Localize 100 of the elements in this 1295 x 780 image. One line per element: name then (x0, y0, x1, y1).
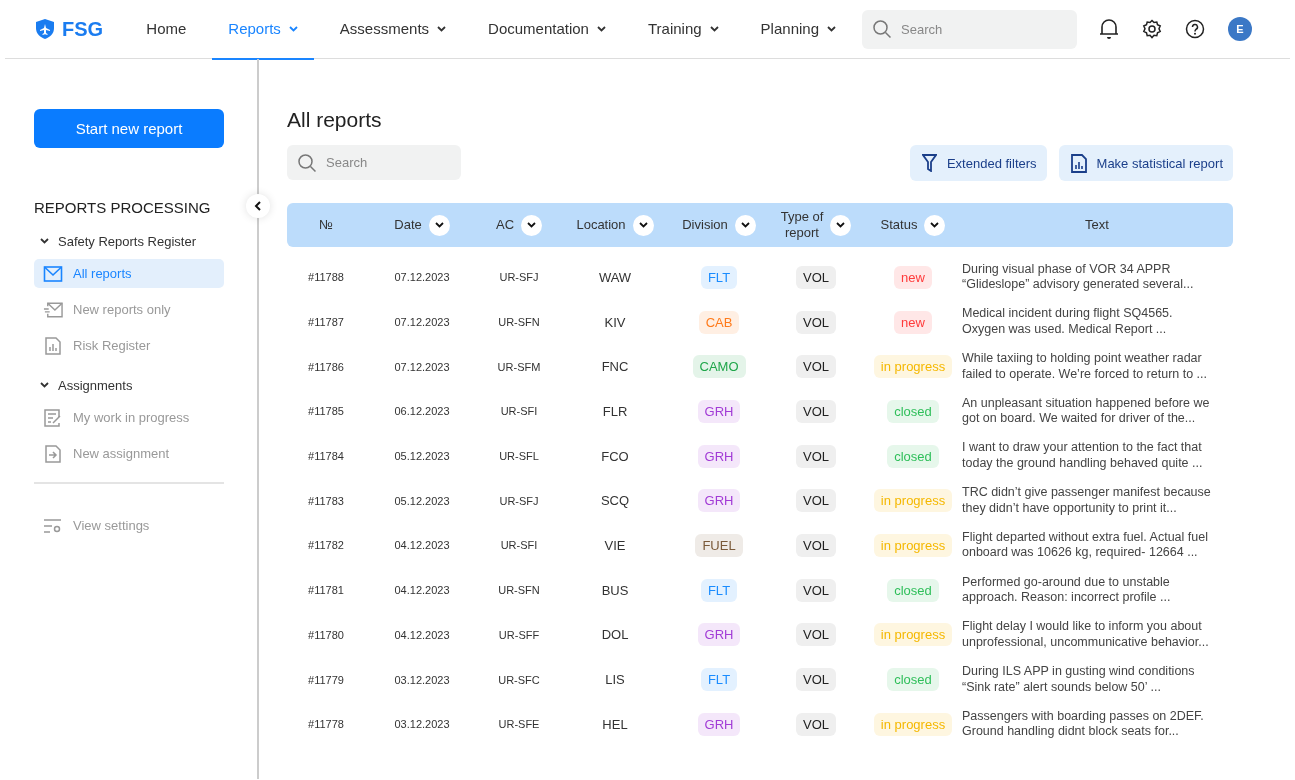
report-text: During ILS APP in gusting wind conditions “Sink rate” alert sounds below 50’ ... (962, 663, 1195, 696)
division-tag: GRH (697, 444, 741, 468)
status-tag: closed (887, 444, 939, 468)
document-arrow-icon (43, 444, 63, 463)
type-tag: VOL (796, 578, 836, 602)
status-tag: closed (887, 399, 939, 423)
type-tag: VOL (796, 623, 836, 647)
sort-button[interactable] (521, 214, 543, 236)
table-cell: FLR (602, 403, 628, 419)
search-field[interactable]: Search (862, 9, 1077, 49)
table-cell: UR-SFF (498, 628, 540, 641)
table-cell: UR-SFN (498, 316, 540, 329)
division-tag: CAB (698, 310, 740, 334)
brand-name: FSG (62, 17, 104, 41)
chevron-down-icon (740, 222, 750, 228)
nav-tab[interactable]: Training (631, 0, 735, 60)
section-title: REPORTS PROCESSING (34, 199, 211, 216)
sort-button[interactable] (734, 214, 756, 236)
table-cell: LIS (605, 672, 625, 688)
report-text: TRC didn’t give passenger manifest because they didn’t have opportunity to print it... (962, 485, 1211, 517)
division-tag: FLT (700, 578, 738, 602)
type-tag: VOL (796, 444, 836, 468)
extended-filters-button[interactable]: Extended filters (909, 145, 1047, 181)
sort-button[interactable] (924, 214, 946, 236)
column-header: Division (682, 217, 728, 233)
status-tag: in progress (873, 355, 953, 379)
table-cell: 06.12.2023 (394, 405, 450, 418)
nav-tab[interactable]: Home (130, 0, 203, 60)
table-cell: HEL (602, 716, 628, 732)
bar-chart-icon (1070, 153, 1087, 173)
table-cell: FNC (601, 359, 629, 375)
table-cell: UR-SFM (497, 360, 541, 373)
division-tag: CAMO (692, 355, 746, 379)
column-header: AC (495, 217, 515, 233)
collapse-sidebar-button[interactable] (246, 194, 270, 218)
user-avatar[interactable]: E (1228, 17, 1252, 41)
column-header: Status (880, 217, 918, 233)
table-cell: KIV (604, 314, 626, 330)
table-cell: #11787 (308, 316, 344, 329)
column-header: Type of report (780, 209, 824, 241)
status-tag: in progress (873, 623, 953, 647)
envelope-icon (43, 265, 63, 282)
notification-bell-icon[interactable] (1099, 18, 1119, 40)
group-toggle[interactable]: Assignments (34, 374, 139, 396)
status-tag: in progress (873, 489, 953, 513)
table-cell: WAW (598, 269, 632, 285)
type-tag: VOL (796, 310, 836, 334)
report-text: I want to draw your attention to the fact that today the ground handling behaved quite ... (962, 440, 1203, 472)
report-text: Performed go-around due to unstable approach. Reason: incorrect profile ... (962, 574, 1171, 606)
type-tag: VOL (796, 489, 836, 513)
nav-tab[interactable]: Assessments (323, 0, 463, 60)
group-toggle[interactable]: Safety Reports Register (34, 230, 202, 252)
table-cell: 07.12.2023 (394, 271, 450, 284)
report-text: During visual phase of VOR 34 APPR “Glideslope” advisory generated several... (962, 261, 1194, 293)
nav-tab[interactable]: Reports (212, 0, 314, 60)
table-cell: 03.12.2023 (394, 718, 450, 731)
table-cell: 05.12.2023 (394, 494, 450, 507)
table-cell: 05.12.2023 (394, 450, 450, 463)
table-cell: #11784 (308, 450, 344, 463)
chevron-down-icon (434, 222, 444, 228)
nav-tab[interactable]: Planning (744, 0, 852, 60)
report-text: An unpleasant situation happened before we got on board. We waited for driver of the... (962, 395, 1210, 428)
bar-chart-icon (43, 336, 63, 355)
start-new-report-button[interactable]: Start new report (34, 109, 224, 148)
sort-button[interactable] (830, 214, 852, 236)
sort-button[interactable] (632, 214, 654, 236)
column-header: Location (576, 217, 626, 233)
status-tag: new (894, 265, 932, 289)
report-text: While taxiing to holding point weather radar failed to operate. We’re forced to return to ... (962, 351, 1208, 383)
filter-icon (921, 154, 937, 172)
division-tag: GRH (697, 623, 741, 647)
table-cell: 04.12.2023 (394, 539, 450, 552)
chevron-down-icon (40, 238, 49, 244)
settings-icon[interactable] (1142, 19, 1162, 39)
report-text: Medical incident during flight SQ4565. Oxygen was used. Medical Report ... (962, 306, 1173, 338)
sort-button[interactable] (428, 214, 450, 236)
table-cell: UR-SFJ (499, 494, 539, 507)
chevron-down-icon (836, 222, 846, 228)
type-tag: VOL (796, 668, 836, 692)
chevron-down-icon (437, 25, 447, 32)
edit-document-icon (43, 408, 63, 427)
help-icon[interactable] (1185, 19, 1205, 39)
table-cell: UR-SFI (500, 539, 538, 552)
type-tag: VOL (796, 712, 836, 736)
table-cell: #11783 (308, 494, 344, 507)
table-cell: 03.12.2023 (394, 673, 450, 686)
type-tag: VOL (796, 265, 836, 289)
table-cell: #11778 (308, 718, 344, 731)
statistical-report-button[interactable]: Make statistical report (1058, 145, 1233, 181)
division-tag: GRH (697, 489, 741, 513)
table-cell: #11781 (308, 584, 344, 597)
search-field[interactable]: Search (287, 145, 461, 180)
table-cell: #11782 (308, 539, 344, 552)
shield-logo-icon (36, 19, 54, 39)
table-cell: VIE (604, 537, 626, 553)
chevron-down-icon (638, 222, 648, 228)
nav-tab[interactable]: Documentation (472, 0, 622, 60)
table-cell: 07.12.2023 (394, 316, 450, 329)
table-cell: SCQ (600, 493, 630, 509)
column-header: № (319, 217, 333, 233)
